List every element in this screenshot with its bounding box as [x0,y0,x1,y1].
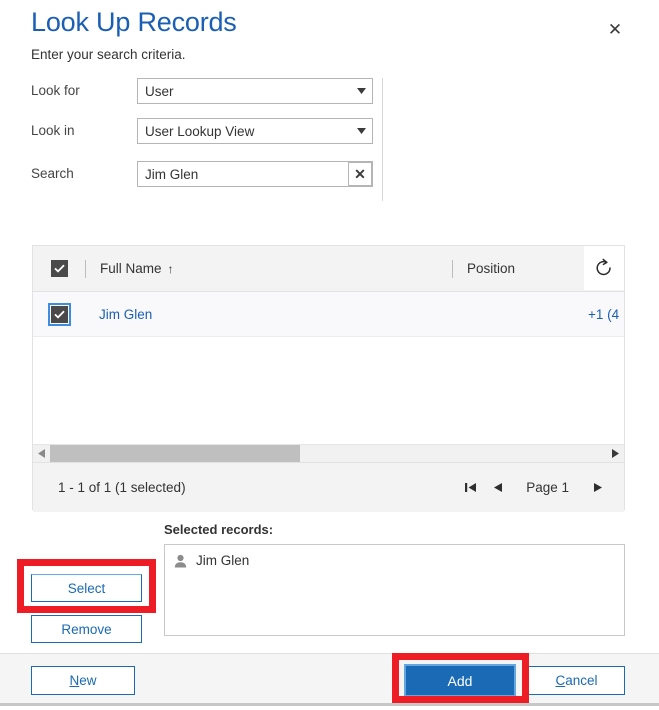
new-button[interactable]: New [31,666,135,695]
table-row[interactable]: Jim Glen +1 (4 [33,292,624,337]
criteria-divider [382,78,383,201]
grid-header-row: Full Name ↑ Position I [33,246,624,292]
horizontal-scrollbar[interactable] [33,444,624,462]
record-count-label: 1 - 1 of 1 (1 selected) [58,480,186,495]
chevron-down-icon[interactable] [350,79,372,103]
row-checkbox-cell[interactable] [33,302,85,326]
row-checkbox[interactable] [47,302,71,326]
cell-phone[interactable]: +1 (4 [588,307,619,322]
search-criteria-form: Look for User Look in User Lookup View S… [0,78,659,203]
remove-button[interactable]: Remove [31,615,142,643]
select-button[interactable]: Select [31,574,142,602]
results-grid: Full Name ↑ Position I Jim Glen +1 (4 [32,245,625,512]
search-input[interactable]: Jim Glen ✕ [137,161,373,187]
user-icon [174,554,187,568]
scrollbar-track[interactable] [50,445,607,462]
page-number-label: Page 1 [526,480,569,495]
look-in-label: Look in [31,123,75,138]
search-label: Search [31,166,74,181]
look-for-value: User [145,83,174,99]
refresh-icon[interactable] [584,246,624,290]
pagination-bar: 1 - 1 of 1 (1 selected) Page 1 [33,462,624,512]
look-for-dropdown[interactable]: User [137,78,373,104]
column-header-position-label: Position [467,261,516,276]
column-header-full-name[interactable]: Full Name ↑ [86,261,452,276]
cancel-button[interactable]: Cancel [528,666,625,695]
close-icon[interactable]: ✕ [601,15,629,43]
column-header-position[interactable]: Position [453,261,593,276]
sort-ascending-icon: ↑ [167,261,174,276]
pagination-controls: Page 1 [458,476,610,500]
cancel-button-accel: C [555,673,566,688]
scroll-left-icon[interactable] [33,445,50,462]
select-all-checkbox-cell[interactable] [33,260,85,277]
selected-records-label: Selected records: [164,522,274,537]
scrollbar-thumb[interactable] [50,445,300,462]
list-item[interactable]: Jim Glen [165,545,624,568]
look-in-dropdown[interactable]: User Lookup View [137,118,373,144]
list-item-label: Jim Glen [196,553,250,568]
first-page-icon[interactable] [458,476,482,500]
clear-search-icon[interactable]: ✕ [348,162,372,186]
chevron-down-icon[interactable] [350,119,372,143]
column-header-full-name-label: Full Name [100,261,162,276]
dialog-subtitle: Enter your search criteria. [31,47,186,62]
previous-page-icon[interactable] [485,476,509,500]
select-all-checkbox[interactable] [50,260,68,277]
grid-empty-area [33,337,624,444]
selected-records-list[interactable]: Jim Glen [164,544,625,636]
next-page-icon[interactable] [586,476,610,500]
look-in-value: User Lookup View [145,123,255,139]
scroll-right-icon[interactable] [607,445,624,462]
cancel-button-label: ancel [565,673,598,688]
page-title: Look Up Records [31,7,237,37]
search-input-value: Jim Glen [145,166,199,182]
cell-full-name[interactable]: Jim Glen [85,307,152,322]
new-button-label: ew [79,673,97,688]
add-button[interactable]: Add [404,664,516,697]
new-button-accel: N [69,673,80,688]
look-for-label: Look for [31,83,80,98]
